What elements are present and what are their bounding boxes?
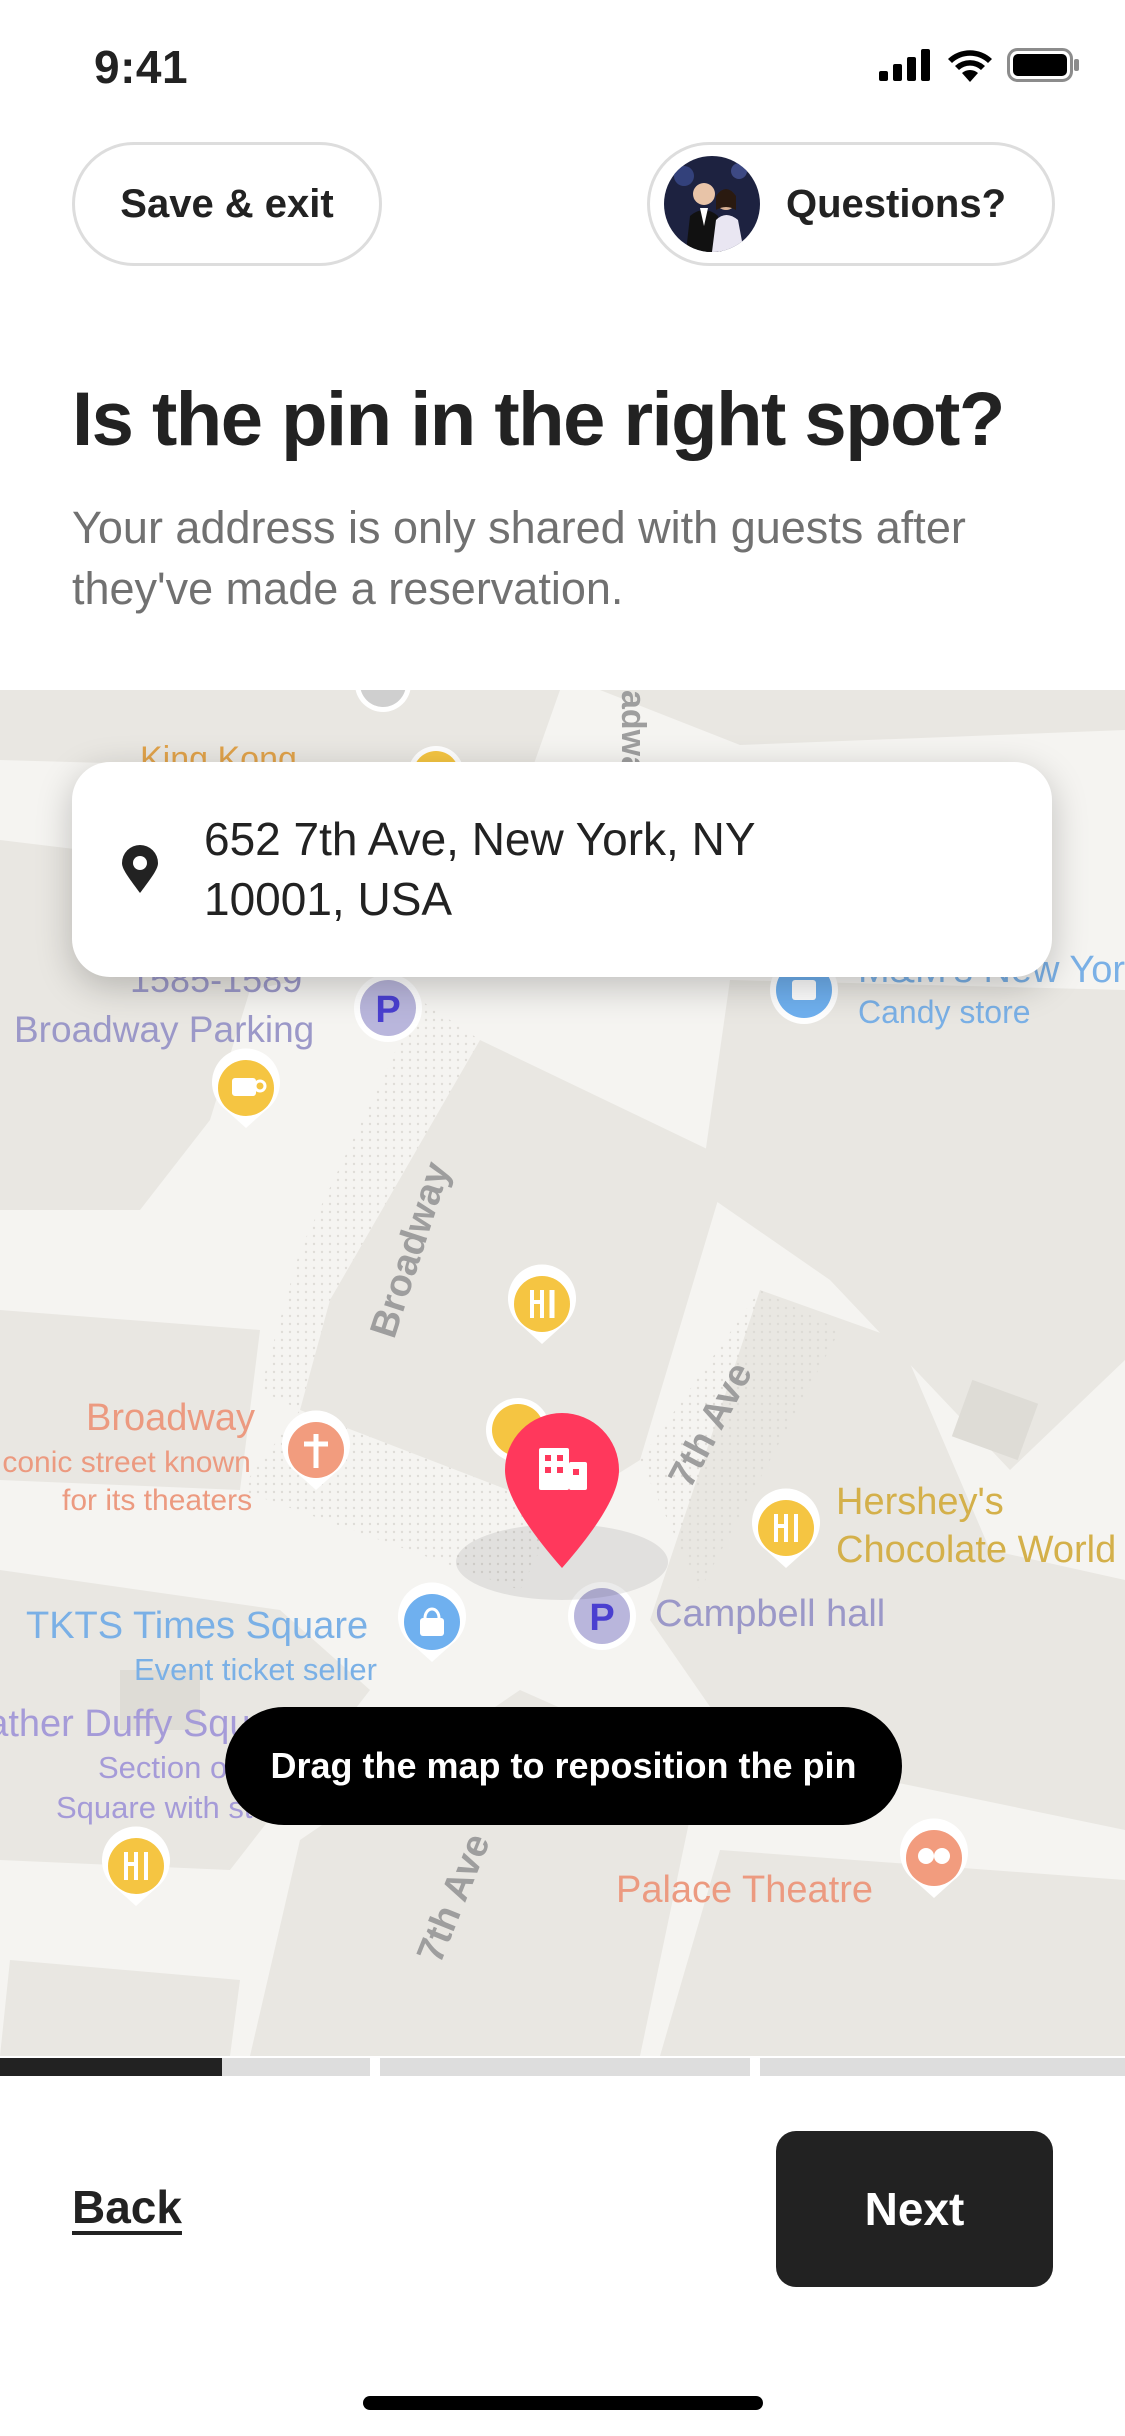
page-title: Is the pin in the right spot?	[72, 377, 1005, 462]
poi-label-broadway: Broadway	[86, 1397, 255, 1439]
poi-label-broadway-desc1: Iconic street known	[0, 1446, 251, 1479]
svg-text:P: P	[375, 989, 400, 1031]
page-subtitle: Your address is only shared with guests …	[72, 502, 966, 614]
wifi-icon	[948, 50, 992, 82]
poi-label-hersheys2: Chocolate World	[836, 1529, 1116, 1571]
poi-label-tkts: TKTS Times Square	[26, 1605, 368, 1647]
questions-label: Questions?	[786, 181, 1007, 226]
next-button[interactable]: Next	[776, 2131, 1053, 2287]
svg-text:P: P	[589, 1597, 614, 1639]
progress-segment-3	[760, 2058, 1125, 2076]
address-line1: 652 7th Ave, New York, NY	[204, 812, 756, 865]
poi-label-broadway-parking: Broadway Parking	[14, 1009, 314, 1050]
poi-label-event-ticket: Event ticket seller	[134, 1652, 377, 1687]
address-text: 652 7th Ave, New York, NY 10001, USA	[204, 810, 854, 930]
poi-label-campbell: Campbell hall	[655, 1593, 885, 1635]
progress-fill	[0, 2058, 222, 2076]
questions-button[interactable]: Questions?	[647, 142, 1055, 266]
save-exit-button[interactable]: Save & exit	[72, 142, 382, 266]
status-time: 9:41	[94, 41, 189, 93]
battery-icon	[1007, 48, 1079, 82]
poi-label-hersheys1: Hershey's	[836, 1481, 1004, 1523]
host-avatar	[664, 156, 760, 252]
address-card[interactable]: 652 7th Ave, New York, NY 10001, USA	[72, 762, 1052, 977]
status-icons	[879, 48, 1081, 82]
parking-icon[interactable]: P	[354, 974, 422, 1042]
location-pin-icon	[122, 844, 158, 893]
drag-hint-toast: Drag the map to reposition the pin	[225, 1707, 902, 1825]
poi-label-broadway-desc2: for its theaters	[62, 1484, 252, 1517]
poi-label-palace: Palace Theatre	[616, 1869, 873, 1911]
progress-segment-2	[380, 2058, 750, 2076]
signal-icon	[879, 49, 930, 81]
home-indicator	[363, 2396, 763, 2410]
back-button[interactable]: Back	[72, 2180, 182, 2234]
address-line2: 10001, USA	[204, 872, 453, 925]
poi-label-candy-store: Candy store	[858, 994, 1031, 1030]
progress-bar	[0, 2058, 1125, 2076]
progress-segment-1	[0, 2058, 370, 2076]
